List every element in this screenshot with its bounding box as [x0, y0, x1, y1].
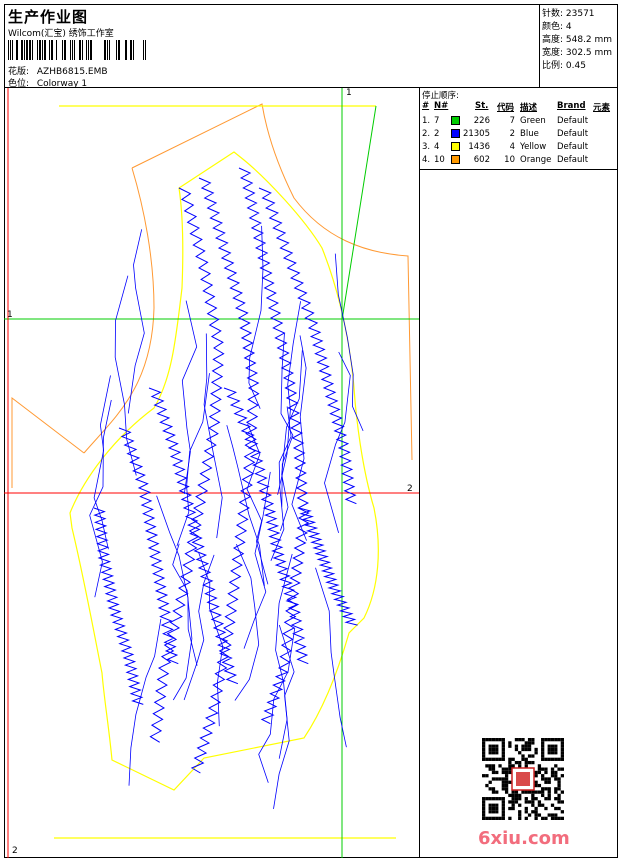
design-scale: 比例: 0.45 — [542, 61, 586, 71]
table-row: 2. 2 21305 2 Blue Default — [420, 129, 618, 142]
guide-v2-label: 2 — [12, 846, 18, 856]
row-desc: Yellow — [520, 142, 547, 152]
company-name: Wilcom(汇宝) 绣饰工作室 — [8, 29, 114, 39]
stop-sequence-caption: 停止顺序: — [422, 91, 459, 101]
row-desc: Green — [520, 116, 546, 126]
col-header-desc: 描述 — [520, 103, 538, 113]
yellow-design-outline — [69, 151, 379, 791]
stitch-count: 针数: 23571 — [542, 9, 595, 19]
row-brand: Default — [557, 155, 589, 165]
row-index: 4. — [422, 155, 431, 165]
row-code: 4 — [509, 142, 515, 152]
row-stitches: 1436 — [468, 142, 490, 152]
design-height: 高度: 548.2 mm — [542, 35, 613, 45]
color-swatch — [451, 142, 460, 151]
row-stitches: 602 — [473, 155, 490, 165]
page-title: 生产作业图 — [8, 8, 89, 26]
row-desc: Blue — [520, 129, 539, 139]
row-needle: 2 — [434, 129, 440, 139]
color-swatch — [451, 155, 460, 164]
guide-v1-diagonal — [341, 105, 377, 321]
row-code: 2 — [509, 129, 515, 139]
col-header-stitches: St. — [475, 101, 489, 111]
qr-code — [482, 738, 564, 820]
guide-v1-label: 1 — [346, 88, 352, 98]
design-width: 宽度: 302.5 mm — [542, 48, 613, 58]
header-info: 生产作业图 Wilcom(汇宝) 绣饰工作室 花版: AZHB6815.EMB … — [4, 4, 540, 89]
col-header-element: 元素 — [593, 103, 611, 113]
col-header-needle: N# — [434, 101, 449, 111]
col-header-code: 代码 — [497, 103, 515, 113]
row-brand: Default — [557, 116, 589, 126]
row-needle: 7 — [434, 116, 440, 126]
row-code: 7 — [509, 116, 515, 126]
barcode — [8, 40, 146, 60]
design-preview: 1 1 2 2 — [4, 88, 420, 858]
row-needle: 10 — [434, 155, 445, 165]
embroidery-drawing — [4, 88, 419, 858]
table-row: 1. 7 226 7 Green Default — [420, 116, 618, 129]
table-row: 3. 4 1436 4 Yellow Default — [420, 142, 618, 155]
row-index: 3. — [422, 142, 431, 152]
blue-stitches — [89, 167, 364, 809]
row-brand: Default — [557, 129, 589, 139]
row-needle: 4 — [434, 142, 440, 152]
color-count: 颜色: 4 — [542, 22, 572, 32]
guide-h1-label: 1 — [7, 310, 13, 320]
design-stats: 针数: 23571 颜色: 4 高度: 548.2 mm 宽度: 302.5 m… — [540, 4, 618, 88]
row-index: 1. — [422, 116, 431, 126]
row-stitches: 226 — [473, 116, 490, 126]
color-swatch — [451, 116, 460, 125]
col-header-brand: Brand — [557, 101, 586, 111]
table-row: 4. 10 602 10 Orange Default — [420, 155, 618, 168]
row-code: 10 — [504, 155, 515, 165]
stop-sequence-table: 停止顺序: # N# St. 代码 描述 Brand 元素 1. 7 226 7… — [420, 88, 618, 170]
col-header-index: # — [422, 101, 430, 111]
watermark-logo: 6xiu.com — [478, 828, 570, 849]
guide-h2-label: 2 — [407, 484, 413, 494]
color-swatch — [451, 129, 460, 138]
row-stitches: 21305 — [462, 129, 490, 139]
row-index: 2. — [422, 129, 431, 139]
row-desc: Orange — [520, 155, 552, 165]
row-brand: Default — [557, 142, 589, 152]
